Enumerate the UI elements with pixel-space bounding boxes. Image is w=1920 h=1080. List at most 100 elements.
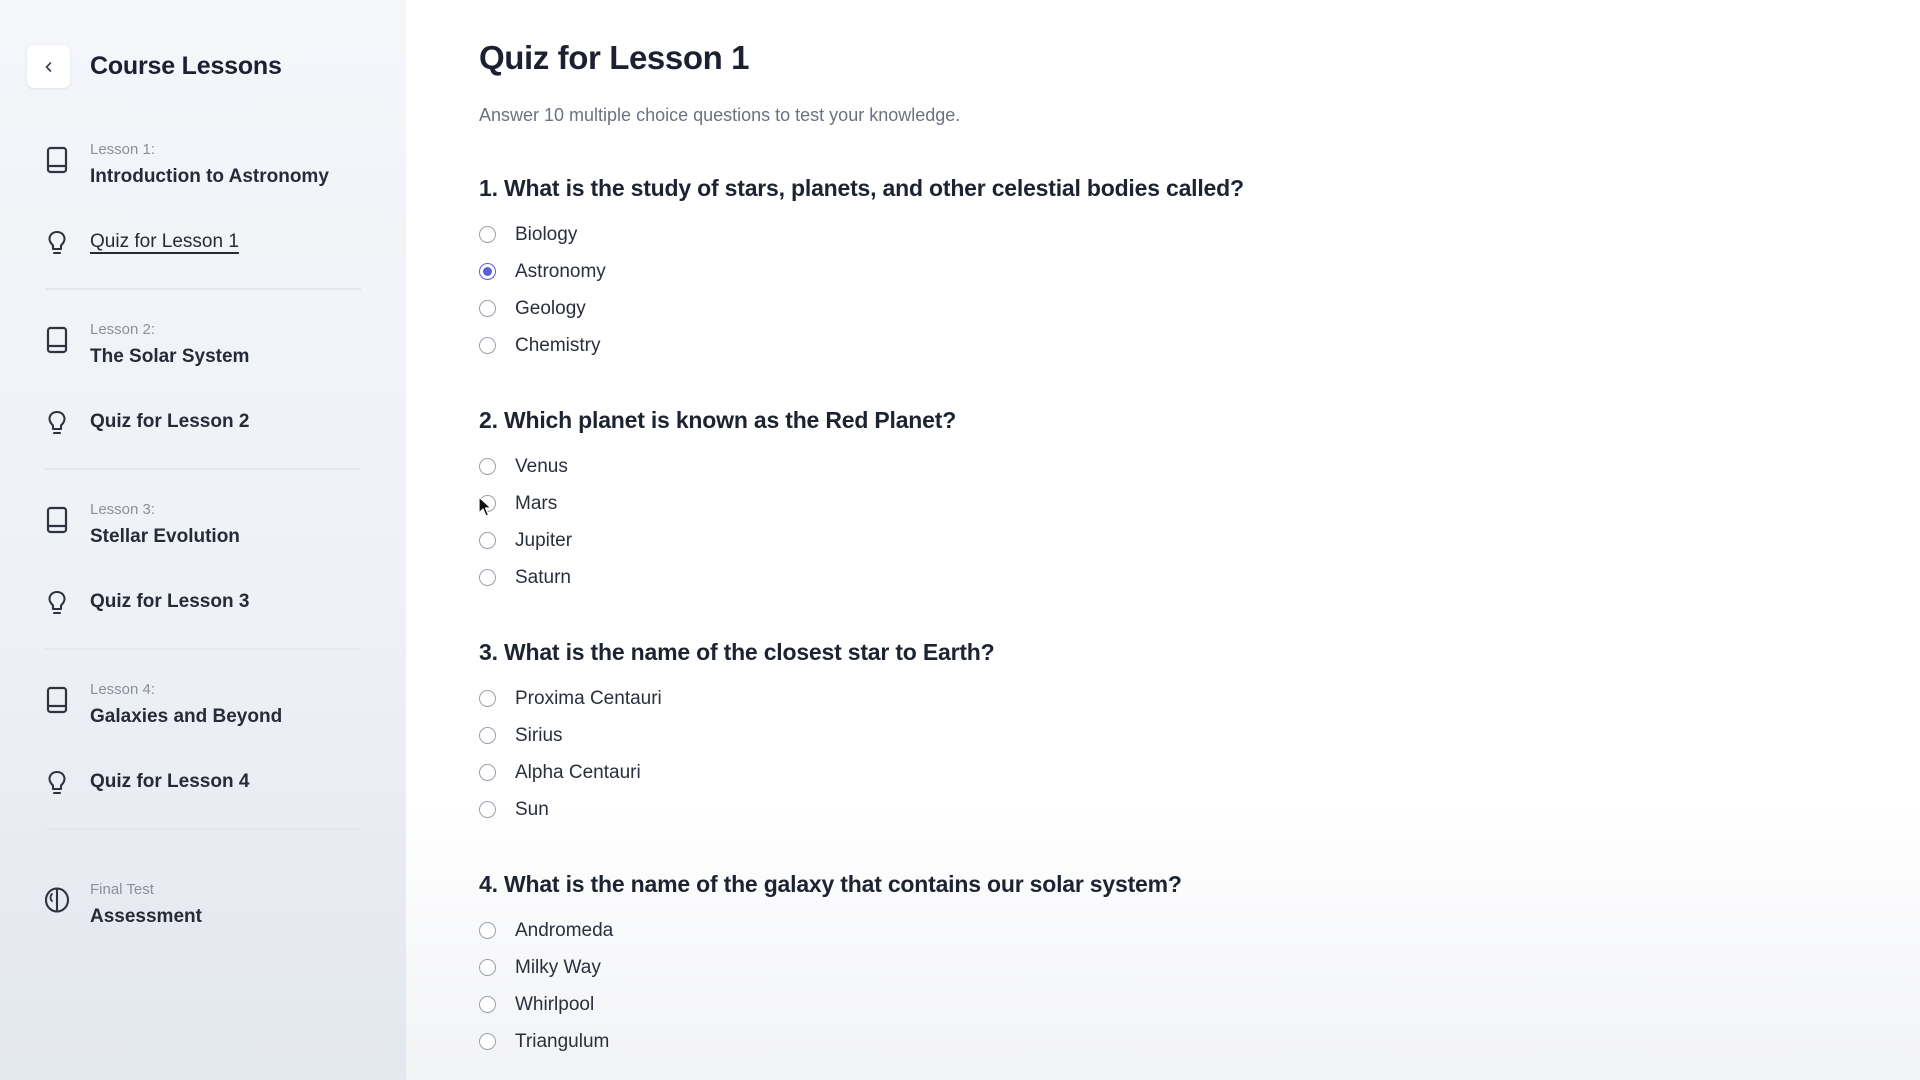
sidebar-divider: [45, 648, 361, 650]
option-label: Saturn: [515, 566, 571, 588]
sidebar-item-kicker: Lesson 2:: [90, 321, 156, 338]
sidebar-item-kicker: Final Test: [90, 881, 154, 898]
question-3: 3. What is the name of the closest star …: [479, 638, 995, 828]
radio-button[interactable]: [479, 996, 496, 1013]
sidebar-item-label: Quiz for Lesson 2: [90, 411, 250, 432]
radio-button[interactable]: [479, 922, 496, 939]
sidebar-item-label: Galaxies and Beyond: [90, 706, 283, 727]
radio-button[interactable]: [479, 458, 496, 475]
brain-icon: [40, 883, 74, 917]
sidebar-item-lesson-3[interactable]: Lesson 3: Stellar Evolution: [40, 501, 240, 548]
sidebar-item-final-assessment[interactable]: Final Test Assessment: [40, 881, 202, 928]
option-geology[interactable]: Geology: [479, 290, 1244, 327]
question-text: 1. What is the study of stars, planets, …: [479, 175, 1244, 201]
radio-button[interactable]: [479, 801, 496, 818]
option-label: Astronomy: [515, 260, 606, 282]
sidebar-item-label: Quiz for Lesson 3: [90, 591, 250, 612]
question-1: 1. What is the study of stars, planets, …: [479, 174, 1244, 364]
sidebar-item-quiz-1[interactable]: Quiz for Lesson 1: [40, 230, 239, 260]
option-label: Venus: [515, 455, 568, 477]
back-button[interactable]: [27, 45, 70, 88]
radio-button[interactable]: [479, 532, 496, 549]
sidebar-item-lesson-4[interactable]: Lesson 4: Galaxies and Beyond: [40, 681, 282, 728]
option-label: Jupiter: [515, 529, 573, 551]
option-proxima-centauri[interactable]: Proxima Centauri: [479, 680, 994, 717]
lightbulb-icon: [40, 226, 74, 260]
question-text: 3. What is the name of the closest star …: [479, 639, 995, 665]
option-biology[interactable]: Biology: [479, 216, 1244, 253]
sidebar-item-label: The Solar System: [90, 346, 250, 367]
option-label: Chemistry: [515, 334, 601, 356]
radio-button[interactable]: [479, 1033, 496, 1050]
question-4: 4. What is the name of the galaxy that c…: [479, 870, 1182, 1060]
sidebar-item-lesson-2[interactable]: Lesson 2: The Solar System: [40, 321, 249, 368]
option-alpha-centauri[interactable]: Alpha Centauri: [479, 754, 994, 791]
sidebar-divider: [45, 828, 361, 830]
sidebar-item-lesson-1[interactable]: Lesson 1: Introduction to Astronomy: [40, 141, 329, 188]
sidebar-item-quiz-3[interactable]: Quiz for Lesson 3: [40, 590, 249, 620]
option-andromeda[interactable]: Andromeda: [479, 912, 1182, 949]
options-group: Venus Mars Jupiter Saturn: [479, 448, 956, 596]
chevron-left-icon: [45, 61, 51, 72]
question-text: 2. Which planet is known as the Red Plan…: [479, 407, 957, 433]
option-chemistry[interactable]: Chemistry: [479, 327, 1244, 364]
page-subtitle: Answer 10 multiple choice questions to t…: [479, 105, 961, 125]
option-label: Andromeda: [515, 919, 614, 941]
radio-button[interactable]: [479, 569, 496, 586]
radio-button[interactable]: [479, 300, 496, 317]
option-mars[interactable]: Mars: [479, 485, 956, 522]
radio-button[interactable]: [479, 495, 496, 512]
sidebar-divider: [45, 468, 361, 470]
book-icon: [40, 683, 74, 717]
radio-button[interactable]: [479, 337, 496, 354]
radio-button[interactable]: [479, 727, 496, 744]
sidebar-item-label: Quiz for Lesson 1: [90, 231, 239, 252]
option-label: Geology: [515, 297, 586, 319]
radio-button[interactable]: [479, 226, 496, 243]
radio-button[interactable]: [479, 690, 496, 707]
sidebar-item-label: Assessment: [90, 906, 202, 927]
option-label: Alpha Centauri: [515, 761, 641, 783]
option-saturn[interactable]: Saturn: [479, 559, 956, 596]
option-label: Biology: [515, 223, 578, 245]
option-jupiter[interactable]: Jupiter: [479, 522, 956, 559]
option-milky-way[interactable]: Milky Way: [479, 949, 1182, 986]
option-triangulum[interactable]: Triangulum: [479, 1023, 1182, 1060]
book-icon: [40, 143, 74, 177]
sidebar-item-label: Stellar Evolution: [90, 526, 240, 547]
option-label: Sun: [515, 798, 549, 820]
sidebar-item-quiz-2[interactable]: Quiz for Lesson 2: [40, 410, 249, 440]
lightbulb-icon: [40, 766, 74, 800]
sidebar-item-kicker: Lesson 4:: [90, 681, 156, 698]
option-label: Whirlpool: [515, 993, 595, 1015]
option-whirlpool[interactable]: Whirlpool: [479, 986, 1182, 1023]
option-venus[interactable]: Venus: [479, 448, 956, 485]
option-sirius[interactable]: Sirius: [479, 717, 994, 754]
sidebar-item-kicker: Lesson 3:: [90, 501, 156, 518]
radio-button[interactable]: [479, 959, 496, 976]
question-2: 2. Which planet is known as the Red Plan…: [479, 406, 956, 596]
option-label: Sirius: [515, 724, 563, 746]
lightbulb-icon: [40, 406, 74, 440]
options-group: Biology Astronomy Geology Chemistry: [479, 216, 1244, 364]
radio-button[interactable]: [479, 764, 496, 781]
book-icon: [40, 323, 74, 357]
sidebar-item-label: Introduction to Astronomy: [90, 166, 329, 187]
lightbulb-icon: [40, 586, 74, 620]
options-group: Proxima Centauri Sirius Alpha Centauri S…: [479, 680, 994, 828]
option-label: Mars: [515, 492, 558, 514]
option-label: Triangulum: [515, 1030, 610, 1052]
option-astronomy[interactable]: Astronomy: [479, 253, 1244, 290]
sidebar-header: Course Lessons: [27, 45, 282, 88]
option-label: Milky Way: [515, 956, 601, 978]
sidebar: Course Lessons Lesson 1: Introduction to…: [0, 0, 406, 1080]
option-sun[interactable]: Sun: [479, 791, 994, 828]
book-icon: [40, 503, 74, 537]
question-text: 4. What is the name of the galaxy that c…: [479, 871, 1182, 897]
radio-button-selected[interactable]: [479, 263, 496, 280]
sidebar-item-kicker: Lesson 1:: [90, 141, 156, 158]
options-group: Andromeda Milky Way Whirlpool Triangulum: [479, 912, 1182, 1060]
option-label: Proxima Centauri: [515, 687, 662, 709]
sidebar-item-quiz-4[interactable]: Quiz for Lesson 4: [40, 770, 249, 800]
sidebar-divider: [45, 288, 361, 290]
